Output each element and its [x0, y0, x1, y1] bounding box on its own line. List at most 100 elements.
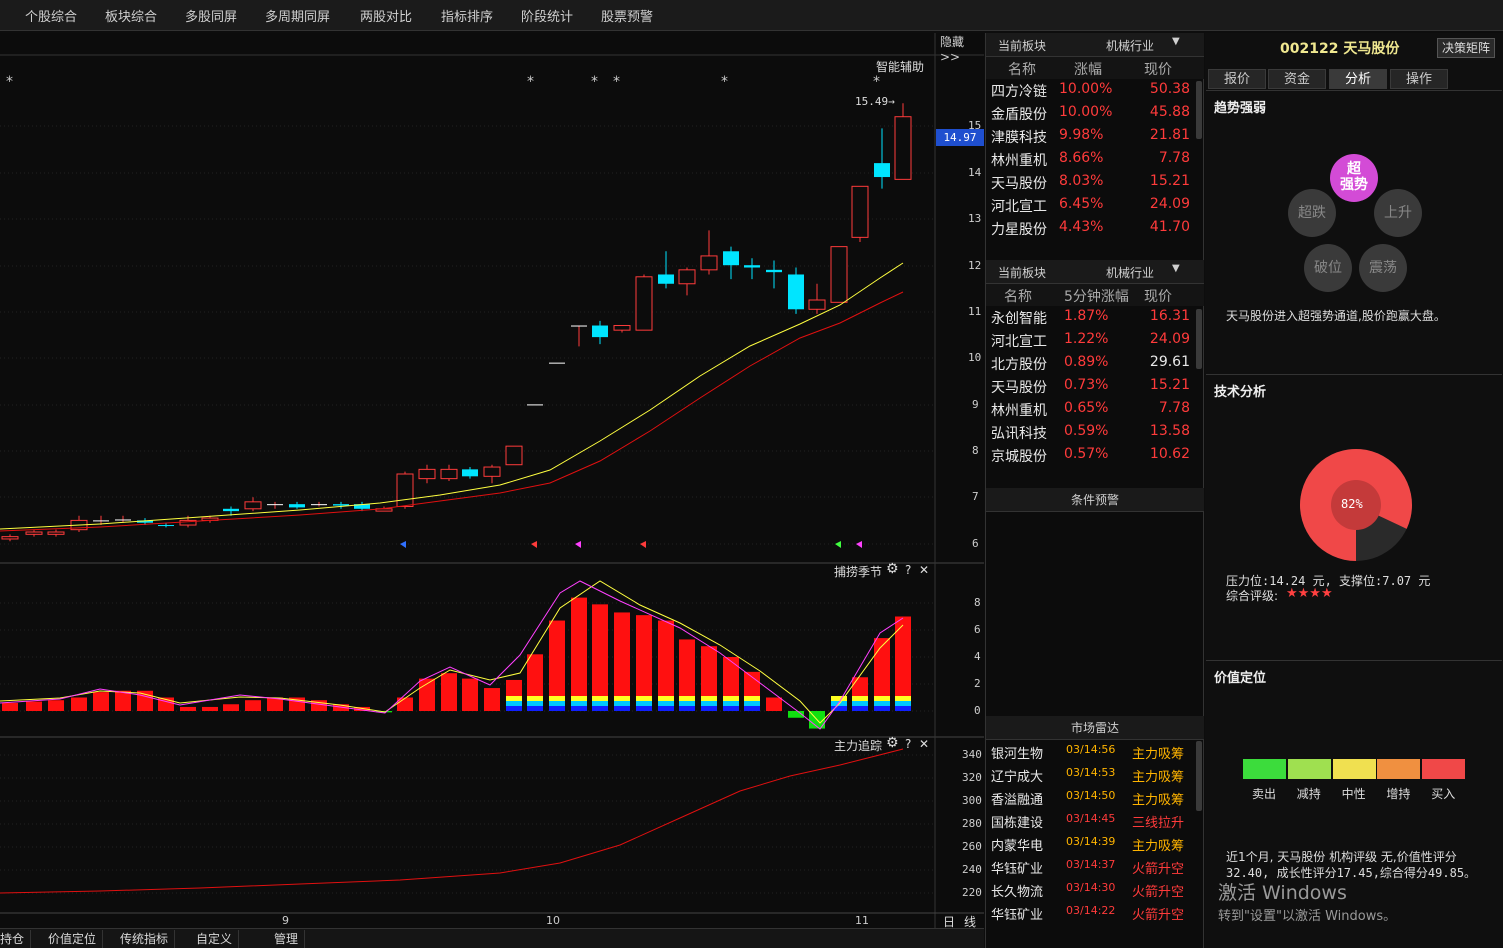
stock-pct: 10.00%	[1059, 81, 1113, 97]
col-name[interactable]: 名称	[1004, 286, 1032, 306]
sector-row[interactable]: 林州重机 8.66% 7.78	[986, 148, 1196, 171]
tab-custom[interactable]: 自定义	[190, 930, 240, 948]
stock-name: 永创智能	[991, 311, 1047, 327]
top-menu-bar: 个股综合 板块综合 多股同屏 多周期同屏 两股对比 指标排序 阶段统计 股票预警	[0, 0, 1503, 31]
y-tick: 280	[962, 817, 982, 830]
col-price[interactable]: 现价	[1144, 286, 1172, 306]
menu-stage-stats[interactable]: 阶段统计	[521, 6, 573, 25]
stock-price: 41.70	[1149, 219, 1190, 235]
chevron-down-icon[interactable]: ▼	[1172, 263, 1180, 274]
sector-row[interactable]: 北方股份 0.89% 29.61	[986, 352, 1196, 375]
radar-stock-name: 银河生物	[991, 747, 1044, 762]
stock-pct: 4.43%	[1059, 219, 1104, 235]
sector-select[interactable]: 机械行业	[1106, 37, 1154, 54]
bottom-tab-bar: 持仓 价值定位 传统指标 自定义 管理	[0, 928, 984, 948]
tab-traditional-indicators[interactable]: 传统指标	[114, 930, 176, 948]
col-name[interactable]: 名称	[1008, 59, 1036, 79]
col-pct[interactable]: 5分钟涨幅	[1064, 286, 1129, 306]
trend-bubble-super-strong[interactable]: 超 强势	[1330, 154, 1378, 202]
trend-bubble-oscillating[interactable]: 震荡	[1359, 244, 1407, 292]
tab-value-position[interactable]: 价值定位	[42, 930, 104, 948]
menu-compare[interactable]: 两股对比	[360, 6, 412, 25]
kline-chart-area[interactable]: * * * * * * 智能辅助 15.49→ 14.97 15 14 13 12 11 …	[0, 33, 984, 929]
scale-label: 减持	[1296, 787, 1321, 801]
col-pct[interactable]: 涨幅	[1074, 59, 1102, 79]
smart-assist-label[interactable]: 智能辅助	[876, 58, 924, 75]
sector-row[interactable]: 永创智能 1.87% 16.31	[986, 306, 1196, 329]
scale-segment	[1332, 759, 1376, 779]
scale-segment	[1287, 759, 1331, 779]
scrollbar[interactable]	[1196, 81, 1202, 139]
hide-toggle-button[interactable]: 隐藏>>	[940, 33, 984, 64]
radar-row[interactable]: 国栋建设 03/14:45 三线拉升	[986, 809, 1196, 832]
help-icon[interactable]: ?	[905, 737, 911, 751]
sector-row[interactable]: 弘讯科技 0.59% 13.58	[986, 421, 1196, 444]
close-icon[interactable]: ✕	[919, 563, 929, 577]
sector-row[interactable]: 力星股份 4.43% 41.70	[986, 217, 1196, 240]
kline-chart-svg: * * * * * *	[0, 33, 984, 928]
sector-row[interactable]: 金盾股份 10.00% 45.88	[986, 102, 1196, 125]
sector-row[interactable]: 天马股份 0.73% 15.21	[986, 375, 1196, 398]
radar-time: 03/14:22	[1066, 904, 1116, 917]
scrollbar[interactable]	[1196, 741, 1202, 811]
chevron-down-icon[interactable]: ▼	[1172, 36, 1180, 47]
radar-row[interactable]: 银河生物 03/14:56 主力吸筹	[986, 740, 1196, 763]
sector-header: 当前板块 机械行业 ▼	[986, 33, 1204, 57]
trend-comment: 天马股份进入超强势通道,股价跑赢大盘。	[1226, 309, 1446, 323]
menu-sector-overview[interactable]: 板块综合	[105, 6, 157, 25]
trend-bubble-rising[interactable]: 上升	[1374, 189, 1422, 237]
indicator2-name[interactable]: 主力追踪	[834, 737, 882, 754]
signal-star-icon: *	[613, 74, 620, 90]
menu-indicator-sort[interactable]: 指标排序	[441, 6, 493, 25]
radar-row[interactable]: 华钰矿业 03/14:37 火箭升空	[986, 855, 1196, 878]
sector-row[interactable]: 天马股份 8.03% 15.21	[986, 171, 1196, 194]
windows-watermark-text: 转到"设置"以激活 Windows。	[1218, 909, 1397, 924]
y-tick: 320	[962, 771, 982, 784]
stock-name: 河北宣工	[991, 334, 1047, 350]
radar-event: 主力吸筹	[1132, 839, 1185, 854]
menu-multi-stock[interactable]: 多股同屏	[185, 6, 237, 25]
rating-stars: ★★★★	[1286, 586, 1333, 601]
col-price[interactable]: 现价	[1144, 59, 1172, 79]
trend-bubble-oversold[interactable]: 超跌	[1288, 189, 1336, 237]
decision-matrix-button[interactable]: 决策矩阵	[1437, 38, 1495, 58]
menu-multi-period[interactable]: 多周期同屏	[265, 6, 330, 25]
sector-row[interactable]: 河北宣工 1.22% 24.09	[986, 329, 1196, 352]
sector-row[interactable]: 津膜科技 9.98% 21.81	[986, 125, 1196, 148]
sector-row[interactable]: 四方冷链 10.00% 50.38	[986, 79, 1196, 102]
trend-bubble-label: 超	[1347, 161, 1361, 177]
stock-name: 天马股份	[991, 176, 1047, 192]
gear-icon[interactable]: ⚙	[886, 735, 899, 751]
radar-row[interactable]: 华钰矿业 03/14:22 火箭升空	[986, 901, 1196, 924]
stock-price: 45.88	[1149, 104, 1190, 120]
value-comment-line1: 近1个月, 天马股份 机构评级 无,价值性评分	[1226, 850, 1457, 864]
close-icon[interactable]: ✕	[919, 737, 929, 751]
tab-quote[interactable]: 报价	[1208, 69, 1266, 89]
tab-funds[interactable]: 资金	[1268, 69, 1326, 89]
indicator1-name[interactable]: 捕捞季节	[834, 563, 882, 580]
scrollbar[interactable]	[1196, 309, 1202, 369]
radar-row[interactable]: 香溢融通 03/14:50 主力吸筹	[986, 786, 1196, 809]
y-tick: 14	[968, 166, 982, 179]
sector-select[interactable]: 机械行业	[1106, 264, 1154, 281]
sector-header-label: 当前板块	[998, 266, 1047, 280]
radar-row[interactable]: 长久物流 03/14:30 火箭升空	[986, 878, 1196, 901]
sector-row[interactable]: 京城股份 0.57% 10.62	[986, 444, 1196, 467]
tab-analysis[interactable]: 分析	[1329, 69, 1387, 89]
tab-holdings[interactable]: 持仓	[0, 930, 32, 948]
radar-event: 火箭升空	[1132, 862, 1185, 877]
tab-manage[interactable]: 管理	[268, 930, 306, 948]
tab-operation[interactable]: 操作	[1390, 69, 1448, 89]
help-icon[interactable]: ?	[905, 563, 911, 577]
sector-row[interactable]: 林州重机 0.65% 7.78	[986, 398, 1196, 421]
signal-arrow-icon	[400, 541, 406, 548]
signal-arrow-icon	[640, 541, 646, 548]
trend-bubble-breakdown[interactable]: 破位	[1304, 244, 1352, 292]
sector-table-header: 名称 涨幅 现价	[986, 57, 1204, 79]
sector-row[interactable]: 河北宣工 6.45% 24.09	[986, 194, 1196, 217]
gear-icon[interactable]: ⚙	[886, 561, 899, 577]
radar-row[interactable]: 内蒙华电 03/14:39 主力吸筹	[986, 832, 1196, 855]
menu-stock-alert[interactable]: 股票预警	[601, 6, 653, 25]
menu-stock-overview[interactable]: 个股综合	[25, 6, 77, 25]
radar-row[interactable]: 辽宁成大 03/14:53 主力吸筹	[986, 763, 1196, 786]
